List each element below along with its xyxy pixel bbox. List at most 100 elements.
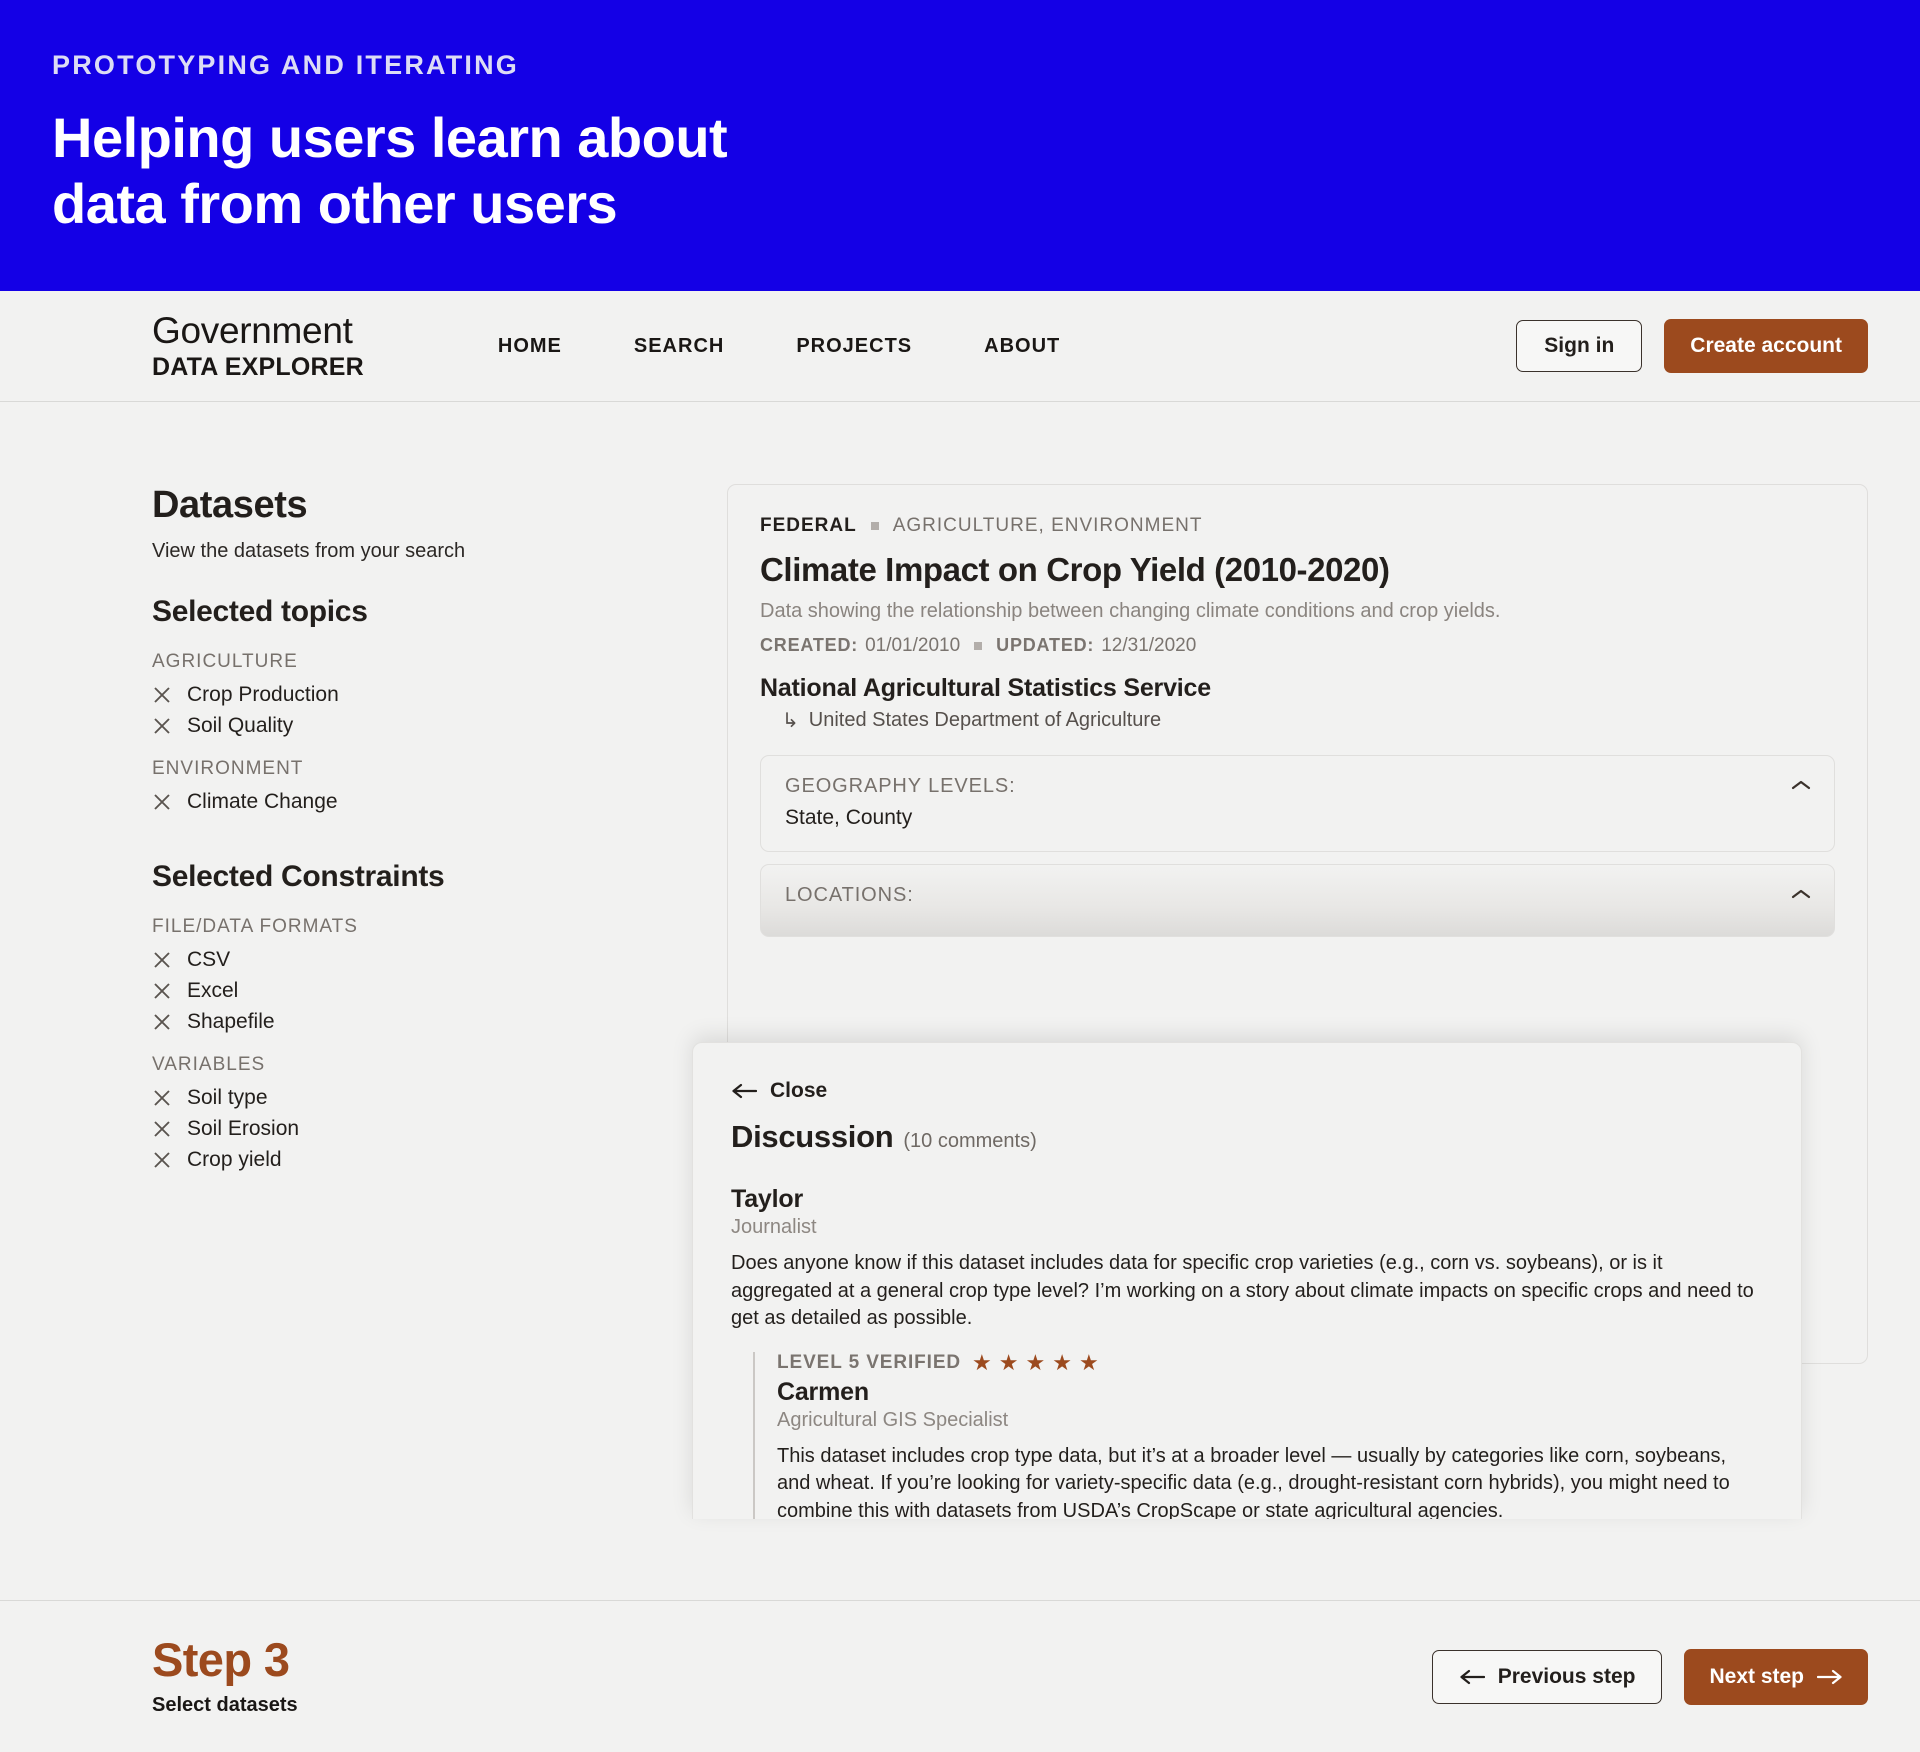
chevron-up-icon[interactable] [1790, 778, 1812, 792]
filter-chip-crop-production[interactable]: Crop Production [152, 683, 339, 707]
star-icon: ★ [972, 1349, 992, 1375]
close-discussion-button[interactable]: Close [731, 1079, 827, 1103]
filter-chip-label: CSV [187, 948, 231, 971]
updated-value: 12/31/2020 [1101, 635, 1197, 656]
comment-author: Taylor [731, 1185, 803, 1213]
dataset-updated: UPDATED: 12/31/2020 [996, 635, 1196, 657]
arrow-hook-icon: ↳ [782, 710, 799, 732]
dataset-level-tag: FEDERAL [760, 515, 857, 536]
verified-level-label: LEVEL 5 VERIFIED [777, 1351, 962, 1373]
primary-nav: HOME SEARCH PROJECTS ABOUT [498, 335, 1060, 358]
filter-chip-crop-yield[interactable]: Crop yield [152, 1148, 282, 1172]
discussion-comment-count: (10 comments) [903, 1130, 1037, 1152]
filter-chip-soil-quality[interactable]: Soil Quality [152, 714, 293, 738]
selected-topics-heading: Selected topics [152, 595, 368, 628]
dataset-description: Data showing the relationship between ch… [760, 600, 1501, 622]
close-icon [154, 1014, 170, 1030]
constraint-group-formats: FILE/DATA FORMATS CSV Excel Shapefile [152, 916, 692, 1034]
dataset-created: CREATED: 01/01/2010 [760, 635, 960, 657]
verified-stars: ★ ★ ★ ★ ★ [972, 1349, 1099, 1375]
accordion-locations[interactable]: LOCATIONS: [760, 864, 1835, 937]
separator-dot-icon [974, 642, 983, 650]
discussion-panel: Close Discussion (10 comments) Taylor Jo… [692, 1042, 1802, 1519]
created-value: 01/01/2010 [865, 635, 961, 656]
filter-chip-shapefile[interactable]: Shapefile [152, 1010, 275, 1034]
filter-chip-excel[interactable]: Excel [152, 979, 238, 1003]
topic-group-agriculture: AGRICULTURE Crop Production Soil Quality [152, 651, 692, 738]
comment-body: Does anyone know if this dataset include… [731, 1252, 1754, 1330]
discussion-title: Discussion [731, 1119, 894, 1154]
updated-label: UPDATED: [996, 635, 1095, 655]
close-icon [154, 952, 170, 968]
wizard-footer: Step 3 Select datasets Previous step Nex… [0, 1600, 1920, 1752]
site-header: Government DATA EXPLORER HOME SEARCH PRO… [0, 291, 1920, 402]
arrow-left-icon [732, 1083, 757, 1099]
dataset-dates: CREATED: 01/01/2010 UPDATED: 12/31/2020 [760, 635, 1835, 657]
filter-chip-label: Climate Change [187, 790, 338, 813]
page-subtitle: View the datasets from your search [152, 540, 466, 562]
sign-in-button[interactable]: Sign in [1516, 320, 1643, 372]
group-label-file-data-formats: FILE/DATA FORMATS [152, 916, 358, 937]
dataset-title[interactable]: Climate Impact on Crop Yield (2010-2020) [760, 551, 1835, 589]
step-label: Select datasets [152, 1694, 298, 1716]
star-icon: ★ [1078, 1349, 1099, 1375]
constraint-group-variables: VARIABLES Soil type Soil Erosion Crop yi… [152, 1054, 692, 1172]
comment-item: Taylor Journalist Does anyone know if th… [731, 1185, 1763, 1519]
site-logo[interactable]: Government DATA EXPLORER [152, 312, 364, 380]
separator-dot-icon [870, 522, 879, 530]
nav-item-search[interactable]: SEARCH [634, 335, 724, 358]
verified-badge: LEVEL 5 VERIFIED ★ ★ ★ ★ ★ [777, 1349, 1763, 1375]
filter-chip-csv[interactable]: CSV [152, 948, 230, 972]
dataset-tagline: FEDERAL AGRICULTURE, ENVIRONMENT [760, 515, 1835, 537]
group-label-agriculture: AGRICULTURE [152, 651, 298, 672]
previous-step-label: Previous step [1497, 1664, 1636, 1688]
accordion-label: LOCATIONS: [785, 884, 914, 906]
page-title: Datasets [152, 484, 308, 526]
discussion-header: Discussion (10 comments) [731, 1119, 1763, 1155]
filter-chip-soil-type[interactable]: Soil type [152, 1086, 268, 1110]
star-icon: ★ [998, 1349, 1019, 1375]
banner-title-line-1: Helping users learn about [52, 106, 728, 169]
filter-chip-label: Crop Production [187, 683, 339, 706]
close-label: Close [770, 1079, 828, 1102]
filter-chip-label: Soil Erosion [187, 1117, 300, 1140]
filter-chip-label: Shapefile [187, 1010, 275, 1033]
filter-chip-soil-erosion[interactable]: Soil Erosion [152, 1117, 299, 1141]
accordion-geography-levels[interactable]: GEOGRAPHY LEVELS: State, County [760, 755, 1835, 852]
results-panel: FEDERAL AGRICULTURE, ENVIRONMENT Climate… [692, 484, 1868, 1519]
arrow-left-icon [1460, 1669, 1485, 1684]
accordion-value: State, County [785, 806, 913, 829]
close-icon [154, 687, 170, 703]
next-step-button[interactable]: Next step [1684, 1648, 1868, 1705]
close-icon [154, 718, 170, 734]
filters-sidebar: Datasets View the datasets from your sea… [152, 484, 692, 1437]
reply-author-role: Agricultural GIS Specialist [777, 1408, 1009, 1431]
banner-title-line-2: data from other users [52, 171, 618, 235]
filter-chip-label: Soil type [187, 1086, 268, 1109]
comment-author-role: Journalist [731, 1216, 817, 1238]
previous-step-button[interactable]: Previous step [1431, 1649, 1663, 1704]
logo-secondary-text: DATA EXPLORER [152, 353, 364, 381]
filter-chip-climate-change[interactable]: Climate Change [152, 790, 338, 814]
star-icon: ★ [1025, 1349, 1046, 1375]
page-content: Datasets View the datasets from your sea… [0, 402, 1920, 1519]
header-actions: Sign in Create account [1516, 319, 1868, 373]
next-step-label: Next step [1709, 1664, 1804, 1688]
chevron-up-icon[interactable] [1790, 887, 1812, 901]
close-icon [154, 1152, 170, 1168]
banner-title: Helping users learn about data from othe… [52, 105, 1920, 236]
filter-chip-label: Crop yield [187, 1148, 282, 1171]
create-account-button[interactable]: Create account [1664, 319, 1868, 373]
close-icon [154, 983, 170, 999]
nav-item-about[interactable]: ABOUT [984, 335, 1060, 358]
step-number: Step 3 [152, 1633, 290, 1686]
created-label: CREATED: [760, 635, 859, 655]
dataset-parent-agency: ↳ United States Department of Agricultur… [760, 708, 1835, 733]
dataset-topics-tag: AGRICULTURE, ENVIRONMENT [892, 515, 1203, 536]
nav-item-home[interactable]: HOME [498, 335, 562, 358]
wizard-actions: Previous step Next step [1431, 1648, 1868, 1705]
page-root: PROTOTYPING AND ITERATING Helping users … [0, 0, 1920, 1752]
topic-group-environment: ENVIRONMENT Climate Change [152, 758, 692, 814]
nav-item-projects[interactable]: PROJECTS [796, 335, 912, 358]
